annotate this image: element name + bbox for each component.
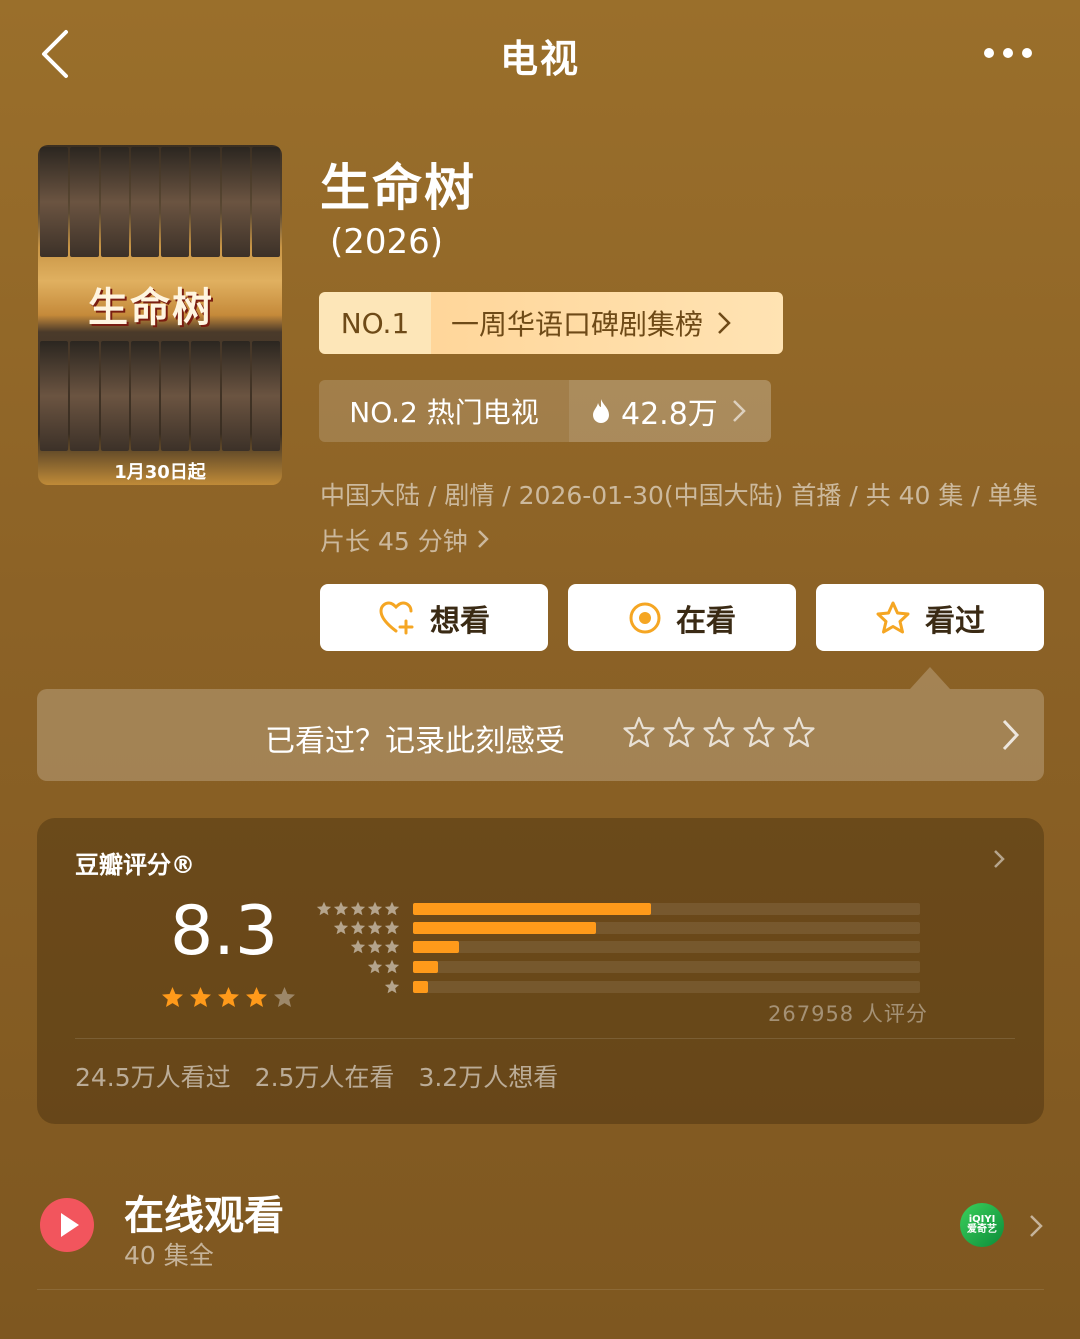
- star-filled-icon: [162, 987, 183, 1007]
- divider: [75, 1038, 1015, 1039]
- target-icon: [629, 602, 661, 633]
- heart-plus-icon: [379, 600, 414, 634]
- dist-track-2: [413, 961, 920, 973]
- star-empty-icon: [274, 987, 295, 1007]
- iqiyi-logo-icon[interactable]: iQIYI 爱奇艺: [960, 1203, 1004, 1247]
- chevron-right-icon: [732, 400, 746, 422]
- watching-count: 2.5万人在看: [254, 1063, 395, 1092]
- dist-bar-1: [413, 981, 429, 993]
- dist-track-5: [413, 903, 920, 915]
- star-outline-icon: [876, 601, 910, 633]
- rank-label-text: 一周华语口碑剧集榜: [451, 308, 704, 341]
- hot-tv-label: NO.2 热门电视: [349, 396, 539, 429]
- chevron-right-icon[interactable]: [1028, 1213, 1044, 1239]
- star-outline-icon[interactable]: [622, 716, 656, 750]
- watched-button[interactable]: 看过: [816, 584, 1044, 651]
- rating-card-title: 豆瓣评分®: [75, 851, 195, 879]
- poster-cast-bottom: [38, 341, 282, 451]
- mini-star-icon: [367, 959, 383, 974]
- star-filled-icon: [246, 987, 267, 1007]
- dist-stars-3: [350, 939, 400, 954]
- mini-star-icon: [333, 920, 349, 935]
- dist-stars-5: [316, 901, 400, 916]
- more-dots-icon[interactable]: [978, 42, 1038, 64]
- rank-badge-hot-tv[interactable]: NO.2 热门电视 42.8万: [319, 380, 771, 442]
- poster-title-art: 生命树: [88, 284, 214, 331]
- want-count: 3.2万人想看: [418, 1063, 559, 1092]
- star-outline-icon[interactable]: [702, 716, 736, 750]
- rating-count: 267958 人评分: [768, 1002, 928, 1026]
- page-title: 电视: [499, 37, 580, 81]
- want-to-watch-button[interactable]: 想看: [320, 584, 548, 651]
- record-prompt: 已看过？记录此刻感受: [265, 724, 565, 759]
- meta-text: 中国大陆 / 剧情 / 2026-01-30(中国大陆) 首播 / 共 40 集…: [320, 481, 1038, 556]
- watched-count: 24.5万人看过: [75, 1063, 231, 1092]
- star-outline-icon[interactable]: [742, 716, 776, 750]
- dist-track-4: [413, 922, 920, 934]
- mini-star-icon: [384, 901, 400, 916]
- dist-stars-1: [384, 979, 400, 994]
- mini-star-icon: [350, 901, 366, 916]
- episode-info: 40 集全: [124, 1241, 214, 1270]
- rank-label: 一周华语口碑剧集榜: [431, 292, 783, 354]
- rating-stars: [160, 986, 297, 1008]
- mini-star-icon: [367, 901, 383, 916]
- heat-text: 42.8万: [621, 397, 718, 432]
- dist-bar-5: [413, 903, 652, 915]
- dist-track-1: [413, 981, 920, 993]
- show-title: 生命树: [320, 159, 476, 217]
- mini-star-icon: [384, 920, 400, 935]
- dist-track-3: [413, 941, 920, 953]
- dist-stars-2: [367, 959, 400, 974]
- play-icon[interactable]: [40, 1198, 94, 1252]
- poster-image[interactable]: 生命树 1月30日起: [38, 145, 282, 485]
- star-filled-icon: [190, 987, 211, 1007]
- mini-star-icon: [384, 959, 400, 974]
- audience-stats: 24.5万人看过 2.5万人在看 3.2万人想看: [75, 1058, 558, 1094]
- dist-bar-2: [413, 961, 439, 973]
- star-outline-icon[interactable]: [662, 716, 696, 750]
- rank-badge-review-chart[interactable]: NO.1 一周华语口碑剧集榜: [319, 292, 783, 354]
- mini-star-icon: [350, 920, 366, 935]
- chevron-right-icon: [718, 312, 731, 334]
- dist-bar-4: [413, 922, 596, 934]
- show-meta-info[interactable]: 中国大陆 / 剧情 / 2026-01-30(中国大陆) 首播 / 共 40 集…: [320, 473, 1050, 565]
- poster-date: 1月30日起: [114, 462, 206, 483]
- show-year: (2026): [330, 222, 444, 262]
- mini-star-icon: [367, 920, 383, 935]
- mini-star-icon: [316, 901, 332, 916]
- mini-star-icon: [384, 979, 400, 994]
- mini-star-icon: [333, 901, 349, 916]
- want-label: 想看: [430, 603, 490, 639]
- mini-star-icon: [367, 939, 383, 954]
- rating-score: 8.3: [170, 892, 279, 971]
- popover-pointer: [910, 667, 950, 689]
- watching-label: 在看: [676, 603, 736, 639]
- online-watch-title[interactable]: 在线观看: [124, 1183, 284, 1241]
- rank-number: NO.1: [319, 292, 431, 354]
- rate-stars[interactable]: [622, 716, 816, 750]
- chevron-right-icon[interactable]: [1000, 718, 1020, 752]
- heat-value: 42.8万: [569, 380, 771, 442]
- star-outline-icon[interactable]: [782, 716, 816, 750]
- divider: [37, 1289, 1044, 1290]
- chevron-right-icon[interactable]: [992, 848, 1006, 870]
- watching-button[interactable]: 在看: [568, 584, 796, 651]
- dist-stars-4: [333, 920, 400, 935]
- mini-star-icon: [350, 939, 366, 954]
- flame-icon: [593, 399, 609, 423]
- watched-label: 看过: [925, 603, 985, 639]
- poster-cast-top: [38, 147, 282, 257]
- chevron-right-icon: [477, 530, 489, 548]
- mini-star-icon: [384, 939, 400, 954]
- dist-bar-3: [413, 941, 459, 953]
- star-filled-icon: [218, 987, 239, 1007]
